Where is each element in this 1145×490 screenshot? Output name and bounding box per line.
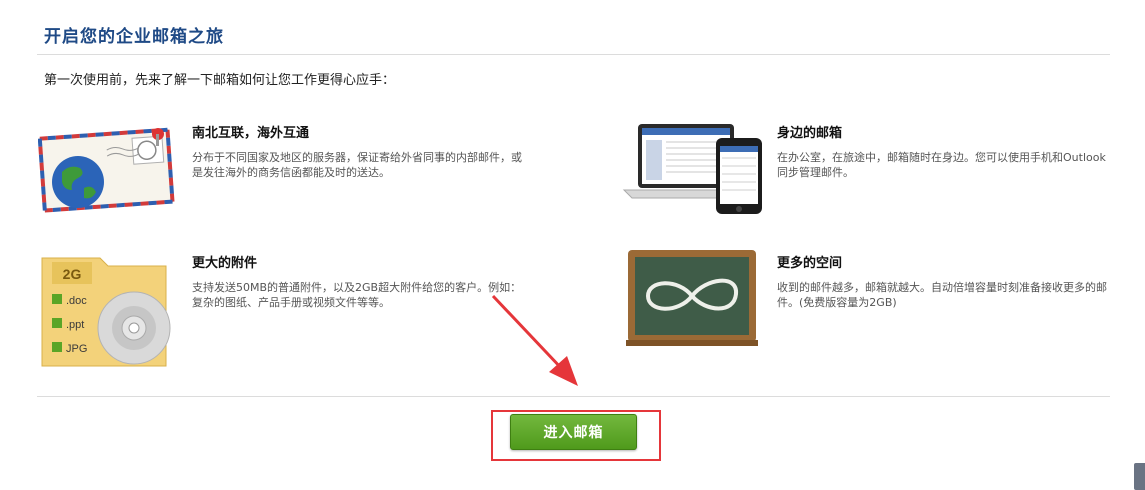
enter-mailbox-button[interactable]: 进入邮箱	[510, 414, 637, 450]
feature-title: 南北互联，海外互通	[192, 126, 310, 141]
scroll-handle[interactable]	[1134, 463, 1145, 490]
feature-interconnect: 南北互联，海外互通 分布于不同国家及地区的服务器，保证寄给外省同事的内部邮件，或…	[192, 122, 552, 180]
file-jpg-label: JPG	[66, 343, 87, 355]
feature-desc: 收到的邮件越多，邮箱就越大。自动倍增容量时刻准备接收更多的邮件。(免费版容量为2…	[777, 281, 1107, 309]
laptop-phone-icon	[622, 124, 762, 214]
intro-text: 第一次使用前，先来了解一下邮箱如何让您工作更得心应手：	[44, 73, 396, 88]
feature-desc: 支持发送50MB的普通附件，以及2GB超大附件给您的客户。例如：复杂的图纸、产品…	[192, 281, 522, 309]
attachment-folder-icon: 2G .doc .ppt JPG	[41, 257, 171, 367]
divider-top	[37, 54, 1110, 55]
feature-storage: 更多的空间 收到的邮件越多，邮箱就越大。自动倍增容量时刻准备接收更多的邮件。(免…	[777, 252, 1137, 310]
feature-title: 更大的附件	[192, 256, 258, 271]
feature-desc: 在办公室，在旅途中，邮箱随时在身边。您可以使用手机和Outlook同步管理邮件。	[777, 151, 1106, 179]
chalkboard-infinity-icon	[626, 250, 758, 346]
annotation-arrow-icon	[491, 294, 578, 386]
globe-envelope-icon	[38, 127, 175, 213]
page-title: 开启您的企业邮箱之旅	[44, 27, 224, 47]
feature-mobile: 身边的邮箱 在办公室，在旅途中，邮箱随时在身边。您可以使用手机和Outlook同…	[777, 122, 1137, 180]
feature-title: 更多的空间	[777, 256, 843, 271]
file-ppt-label: .ppt	[66, 319, 84, 331]
divider-bottom	[37, 396, 1110, 397]
folder-size-label: 2G	[63, 266, 82, 282]
file-doc-label: .doc	[66, 295, 87, 307]
feature-desc: 分布于不同国家及地区的服务器，保证寄给外省同事的内部邮件，或是发往海外的商务信函…	[192, 151, 522, 179]
feature-title: 身边的邮箱	[777, 126, 843, 141]
